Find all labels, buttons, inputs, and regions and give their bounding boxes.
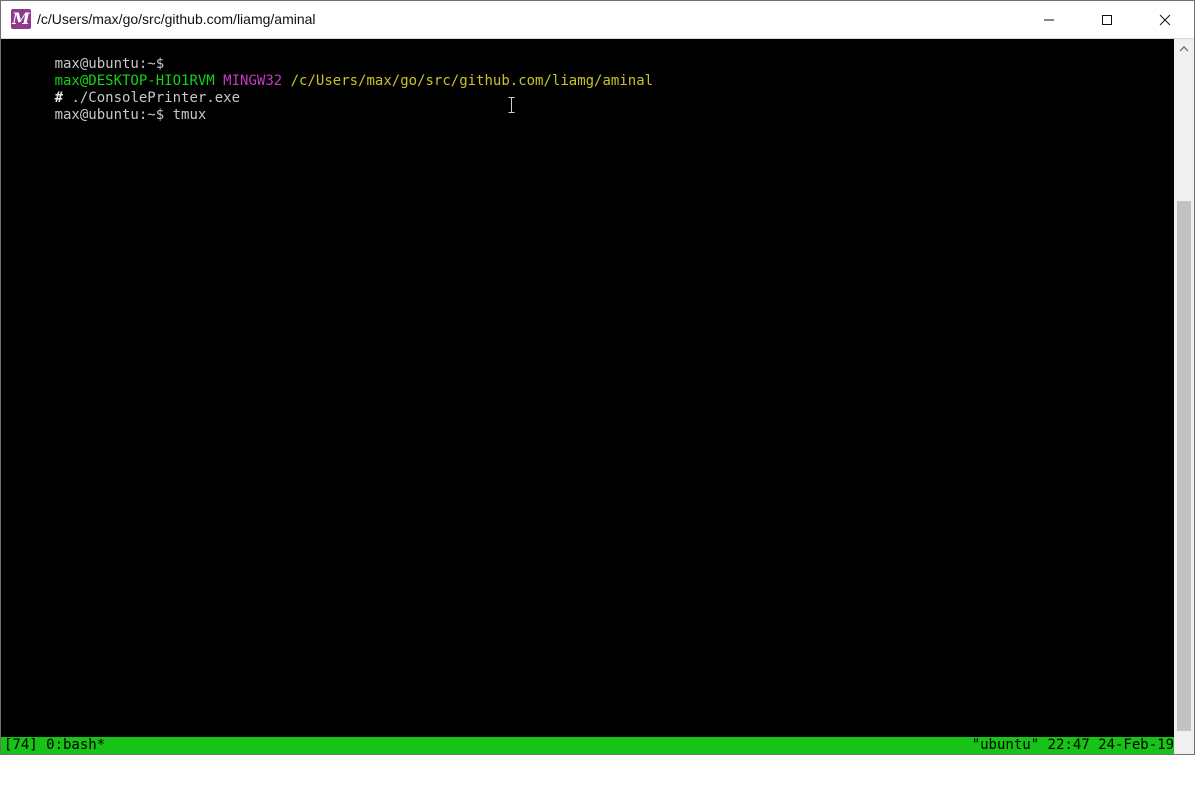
maximize-icon xyxy=(1102,14,1112,25)
close-button[interactable] xyxy=(1136,1,1194,38)
terminal-line: # ./ConsolePrinter.exe xyxy=(4,73,240,106)
minimize-icon xyxy=(1044,19,1054,20)
tmux-status-bar: [74] 0:bash* "ubuntu" 22:47 24-Feb-19 xyxy=(1,737,1174,754)
close-icon xyxy=(1159,14,1171,25)
tmux-status-right: "ubuntu" 22:47 24-Feb-19 xyxy=(971,737,1174,753)
command-text: tmux xyxy=(172,107,207,123)
prompt-text: max@ubuntu:~$ xyxy=(54,107,173,123)
terminal-window: M /c/Users/max/go/src/github.com/liamg/a… xyxy=(0,0,1195,755)
scroll-thumb[interactable] xyxy=(1177,201,1191,731)
terminal-line: max@ubuntu:~$ tmux xyxy=(4,90,207,123)
terminal-line: max@ubuntu:~$ xyxy=(4,39,165,72)
vertical-scrollbar[interactable] xyxy=(1174,39,1194,754)
chevron-up-icon xyxy=(1179,46,1189,52)
maximize-button[interactable] xyxy=(1078,1,1136,38)
terminal-line: max@DESKTOP-HIO1RVM MINGW32 /c/Users/max… xyxy=(4,56,653,89)
tmux-window-list: [74] 0:bash* xyxy=(4,737,106,753)
text-ibeam-cursor-icon xyxy=(508,97,515,113)
minimize-button[interactable] xyxy=(1020,1,1078,38)
terminal-output[interactable]: max@ubuntu:~$ max@DESKTOP-HIO1RVM MINGW3… xyxy=(1,39,1174,737)
title-bar[interactable]: M /c/Users/max/go/src/github.com/liamg/a… xyxy=(1,1,1194,39)
window-title: /c/Users/max/go/src/github.com/liamg/ami… xyxy=(37,11,316,27)
aminal-app-icon[interactable]: M xyxy=(11,9,31,29)
scroll-up-button[interactable] xyxy=(1174,39,1194,59)
cwd-path-text: /c/Users/max/go/src/github.com/liamg/ami… xyxy=(290,73,654,89)
